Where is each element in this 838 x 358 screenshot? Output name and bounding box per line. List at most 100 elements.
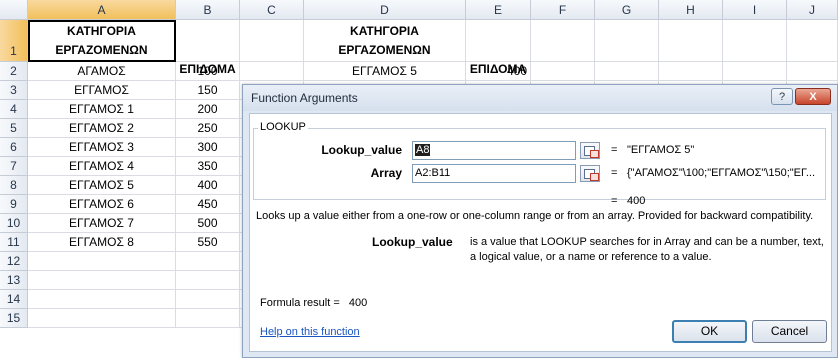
header-amount[interactable]: ΕΠΙΔΟΜΑ xyxy=(176,20,240,76)
overall-equals: = xyxy=(611,195,618,207)
column-header-d[interactable]: D xyxy=(304,0,466,20)
row-header-15[interactable]: 15 xyxy=(0,309,28,328)
cell[interactable] xyxy=(28,271,176,290)
amount-cell[interactable]: 500 xyxy=(176,214,240,233)
cell[interactable] xyxy=(176,271,240,290)
help-icon[interactable]: ? xyxy=(771,88,793,105)
cell[interactable] xyxy=(595,20,659,62)
ok-button[interactable]: OK xyxy=(672,320,747,343)
row-header-3[interactable]: 3 xyxy=(0,81,28,100)
lookup-value-result: "ΕΓΓΑΜΟΣ 5" xyxy=(627,144,695,156)
category-cell[interactable]: ΕΓΓΑΜΟΣ 6 xyxy=(28,195,176,214)
row-header-13[interactable]: 13 xyxy=(0,271,28,290)
row-header-8[interactable]: 8 xyxy=(0,176,28,195)
lookup-value-label: Lookup_value xyxy=(321,143,402,157)
argument-description: is a value that LOOKUP searches for in A… xyxy=(470,236,824,263)
cell[interactable] xyxy=(787,20,838,62)
column-header-c[interactable]: C xyxy=(240,0,304,20)
column-header-f[interactable]: F xyxy=(531,0,595,20)
header-category-line1: ΚΑΤΗΓΟΡΙΑ xyxy=(67,24,136,38)
amount-cell[interactable]: 150 xyxy=(176,81,240,100)
lookup-value-input[interactable]: A8 xyxy=(412,141,576,160)
cell[interactable] xyxy=(531,20,595,62)
lookup-value-equals: = xyxy=(611,144,618,156)
cell[interactable] xyxy=(28,309,176,328)
row-header-1[interactable]: 1 xyxy=(0,20,28,62)
cancel-button[interactable]: Cancel xyxy=(752,320,827,343)
row-header-5[interactable]: 5 xyxy=(0,119,28,138)
cell[interactable] xyxy=(723,20,787,62)
row-header-10[interactable]: 10 xyxy=(0,214,28,233)
cell[interactable] xyxy=(659,62,723,81)
cell[interactable] xyxy=(595,62,659,81)
array-input[interactable]: A2:B11 xyxy=(412,164,576,183)
column-header-j[interactable]: J xyxy=(787,0,838,20)
cell[interactable] xyxy=(176,309,240,328)
column-header-e[interactable]: E xyxy=(466,0,531,20)
amount-cell[interactable]: 200 xyxy=(176,100,240,119)
overall-result: 400 xyxy=(627,195,646,207)
cell[interactable] xyxy=(176,290,240,309)
amount-cell[interactable]: 100 xyxy=(176,62,240,81)
category-cell[interactable]: ΕΓΓΑΜΟΣ xyxy=(28,81,176,100)
row-header-11[interactable]: 11 xyxy=(0,233,28,252)
lookup-category-cell[interactable]: ΕΓΓΑΜΟΣ 5 xyxy=(304,62,466,81)
array-result: {"ΑΓΑΜΟΣ"\100;"ΕΓΓΑΜΟΣ"\150;"ΕΓ... xyxy=(627,167,816,179)
select-all-corner[interactable] xyxy=(0,0,28,20)
amount-cell[interactable]: 400 xyxy=(176,176,240,195)
cell[interactable] xyxy=(240,62,304,81)
column-header-b[interactable]: B xyxy=(176,0,240,20)
row-header-4[interactable]: 4 xyxy=(0,100,28,119)
column-header-i[interactable]: I xyxy=(723,0,787,20)
cell[interactable] xyxy=(723,62,787,81)
cell[interactable] xyxy=(176,252,240,271)
function-arguments-dialog: Function Arguments ? X LOOKUP Lookup_val… xyxy=(242,84,838,358)
help-link[interactable]: Help on this function xyxy=(260,326,360,338)
column-header-a[interactable]: A xyxy=(28,0,176,20)
array-label: Array xyxy=(370,166,402,180)
cell[interactable] xyxy=(659,20,723,62)
row-header-6[interactable]: 6 xyxy=(0,138,28,157)
cell[interactable] xyxy=(28,290,176,309)
close-icon[interactable]: X xyxy=(795,88,831,105)
amount-cell[interactable]: 450 xyxy=(176,195,240,214)
row-header-12[interactable]: 12 xyxy=(0,252,28,271)
amount-cell[interactable]: 350 xyxy=(176,157,240,176)
category-cell[interactable]: ΕΓΓΑΜΟΣ 4 xyxy=(28,157,176,176)
row-header-9[interactable]: 9 xyxy=(0,195,28,214)
lookup-amount-cell[interactable]: 400 xyxy=(466,62,531,81)
array-collapse-icon[interactable] xyxy=(580,165,600,182)
dialog-titlebar[interactable]: Function Arguments ? X xyxy=(243,85,837,111)
row-header-7[interactable]: 7 xyxy=(0,157,28,176)
dialog-body: LOOKUP Lookup_value A8 = "ΕΓΓΑΜΟΣ 5" Arr… xyxy=(249,113,832,352)
header-amount-lookup[interactable]: ΕΠΙΔΟΜΑ xyxy=(466,20,531,76)
dialog-title: Function Arguments xyxy=(251,91,358,105)
lookup-value-collapse-icon[interactable] xyxy=(580,142,600,159)
cell[interactable] xyxy=(240,20,304,62)
function-description: Looks up a value either from a one-row o… xyxy=(256,210,814,222)
category-cell[interactable]: ΕΓΓΑΜΟΣ 7 xyxy=(28,214,176,233)
category-cell[interactable]: ΕΓΓΑΜΟΣ 1 xyxy=(28,100,176,119)
amount-cell[interactable]: 550 xyxy=(176,233,240,252)
formula-result: Formula result = 400 xyxy=(260,297,367,309)
amount-cell[interactable]: 300 xyxy=(176,138,240,157)
column-header-h[interactable]: H xyxy=(659,0,723,20)
column-header-g[interactable]: G xyxy=(595,0,659,20)
header-category-lookup-line1: ΚΑΤΗΓΟΡΙΑ xyxy=(350,24,419,38)
row-header-14[interactable]: 14 xyxy=(0,290,28,309)
cell[interactable] xyxy=(787,62,838,81)
category-cell[interactable]: ΑΓΑΜΟΣ xyxy=(28,62,176,81)
function-name: LOOKUP xyxy=(258,121,308,133)
header-category-lookup[interactable]: ΚΑΤΗΓΟΡΙΑ ΕΡΓΑΖΟΜΕΝΩΝ xyxy=(304,20,466,62)
lookup-value-text: A8 xyxy=(415,144,431,156)
array-equals: = xyxy=(611,167,618,179)
cell[interactable] xyxy=(531,62,595,81)
cell[interactable] xyxy=(28,252,176,271)
category-cell[interactable]: ΕΓΓΑΜΟΣ 2 xyxy=(28,119,176,138)
row-header-2[interactable]: 2 xyxy=(0,62,28,81)
header-category[interactable]: ΚΑΤΗΓΟΡΙΑ ΕΡΓΑΖΟΜΕΝΩΝ xyxy=(28,20,176,62)
category-cell[interactable]: ΕΓΓΑΜΟΣ 8 xyxy=(28,233,176,252)
category-cell[interactable]: ΕΓΓΑΜΟΣ 5 xyxy=(28,176,176,195)
amount-cell[interactable]: 250 xyxy=(176,119,240,138)
category-cell[interactable]: ΕΓΓΑΜΟΣ 3 xyxy=(28,138,176,157)
